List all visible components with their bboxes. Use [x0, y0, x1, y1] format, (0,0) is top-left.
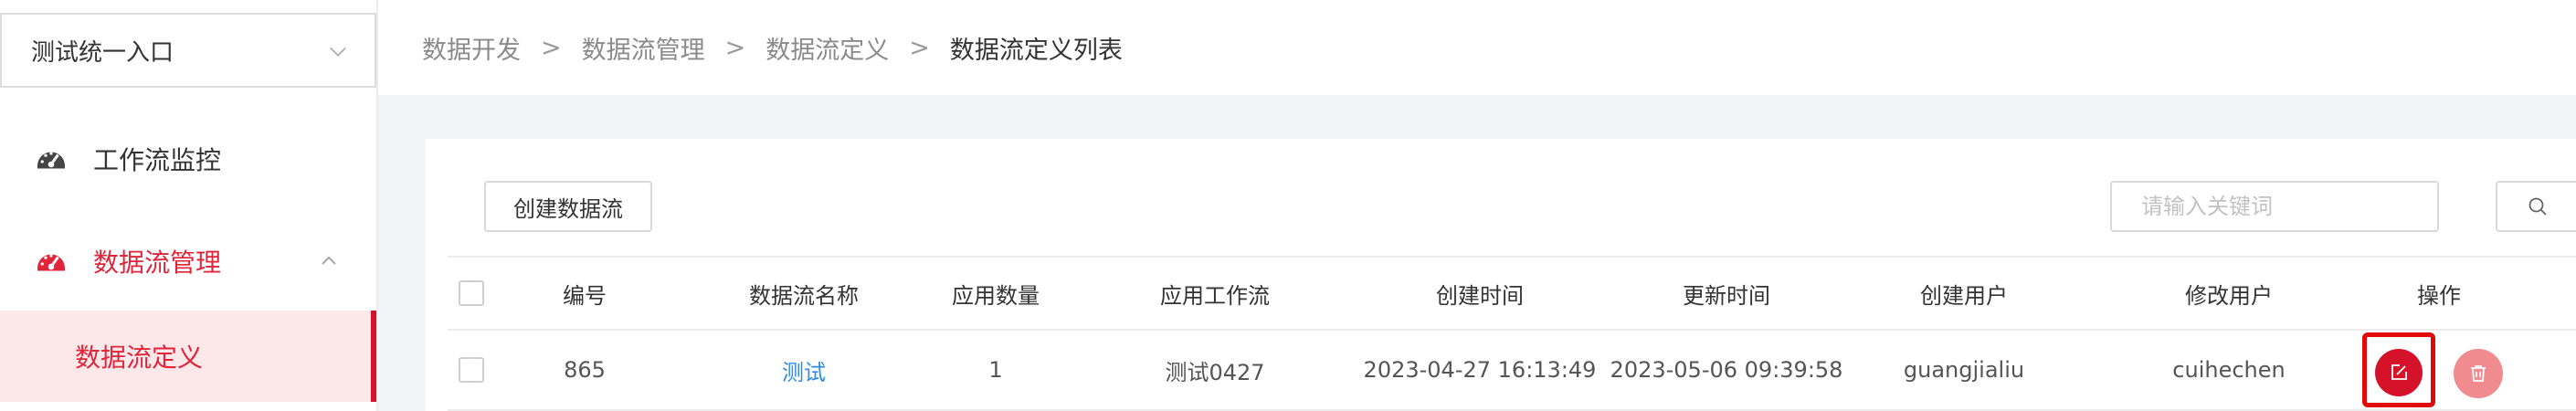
- select-all-checkbox-cell: [459, 258, 484, 329]
- breadcrumb-separator: >: [541, 33, 562, 62]
- breadcrumb: 数据开发 > 数据流管理 > 数据流定义 > 数据流定义列表: [378, 0, 2576, 95]
- submenu-item-dataflow-definition[interactable]: 数据流定义: [0, 311, 376, 402]
- cell-updated-at: 2023-05-06 09:39:58: [1610, 357, 1843, 383]
- main-content: 数据开发 > 数据流管理 > 数据流定义 > 数据流定义列表 创建数据流 编号 …: [378, 0, 2576, 411]
- dashboard-icon: [37, 152, 65, 169]
- breadcrumb-item[interactable]: 数据流管理: [582, 30, 705, 66]
- menu-item-label: 数据流管理: [93, 248, 222, 278]
- cell-created-by: guangjialiu: [1903, 357, 2025, 383]
- cell-modified-by: cuihechen: [2172, 357, 2286, 383]
- column-header: 应用工作流: [1160, 282, 1270, 309]
- column-header: 修改用户: [2185, 282, 2273, 309]
- entry-select-value: 测试统一入口: [31, 38, 174, 67]
- trash-icon: [2471, 365, 2486, 382]
- menu-item-dataflow-management[interactable]: 数据流管理: [0, 225, 376, 298]
- breadcrumb-separator: >: [909, 33, 930, 62]
- entry-select[interactable]: 测试统一入口: [0, 13, 376, 88]
- menu-item-workflow-monitor[interactable]: 工作流监控: [0, 122, 376, 195]
- row-checkbox[interactable]: [459, 357, 484, 383]
- cell-app-count: 1: [988, 357, 1003, 383]
- search-icon: [2528, 197, 2547, 216]
- dashboard-icon: [37, 254, 65, 271]
- edit-button[interactable]: [2375, 349, 2423, 396]
- edit-icon: [2391, 364, 2407, 380]
- column-header: 更新时间: [1683, 282, 1770, 309]
- column-header: 创建时间: [1436, 282, 1524, 309]
- cell-created-at: 2023-04-27 16:13:49: [1363, 357, 1597, 383]
- table-row: 865 测试 1 测试0427 2023-04-27 16:13:49 2023…: [448, 331, 2576, 411]
- delete-button[interactable]: [2454, 349, 2503, 398]
- select-all-checkbox[interactable]: [459, 280, 484, 306]
- chevron-up-icon: [322, 256, 336, 265]
- submenu-item-label: 数据流定义: [75, 342, 204, 373]
- chevron-down-icon: [330, 47, 346, 57]
- cell-workflow: 测试0427: [1165, 359, 1265, 385]
- column-header: 应用数量: [952, 282, 1040, 309]
- search-input[interactable]: [2110, 181, 2439, 232]
- column-header: 数据流名称: [749, 282, 859, 309]
- column-header: 创建用户: [1920, 282, 2008, 309]
- column-header: 操作: [2417, 282, 2461, 309]
- cell-name-link[interactable]: 测试: [685, 331, 923, 409]
- cell-id: 865: [564, 357, 606, 383]
- breadcrumb-separator: >: [724, 33, 746, 62]
- breadcrumb-item[interactable]: 数据开发: [422, 30, 521, 66]
- column-header: 编号: [563, 282, 607, 309]
- create-dataflow-button[interactable]: 创建数据流: [484, 181, 652, 232]
- menu-item-label: 工作流监控: [93, 145, 222, 175]
- row-checkbox-cell: [459, 331, 484, 409]
- sidebar: 测试统一入口 工作流监控 数据流管理 数据流定义: [0, 0, 378, 411]
- list-card: 创建数据流 编号 数据流名称 应用数量 应用工作流 创建时间 更新时间 创建用户…: [426, 139, 2576, 411]
- breadcrumb-item[interactable]: 数据流定义: [765, 30, 889, 66]
- search-button[interactable]: [2496, 181, 2576, 232]
- breadcrumb-current: 数据流定义列表: [949, 36, 1123, 65]
- table-header-row: 编号 数据流名称 应用数量 应用工作流 创建时间 更新时间 创建用户 修改用户 …: [448, 256, 2576, 331]
